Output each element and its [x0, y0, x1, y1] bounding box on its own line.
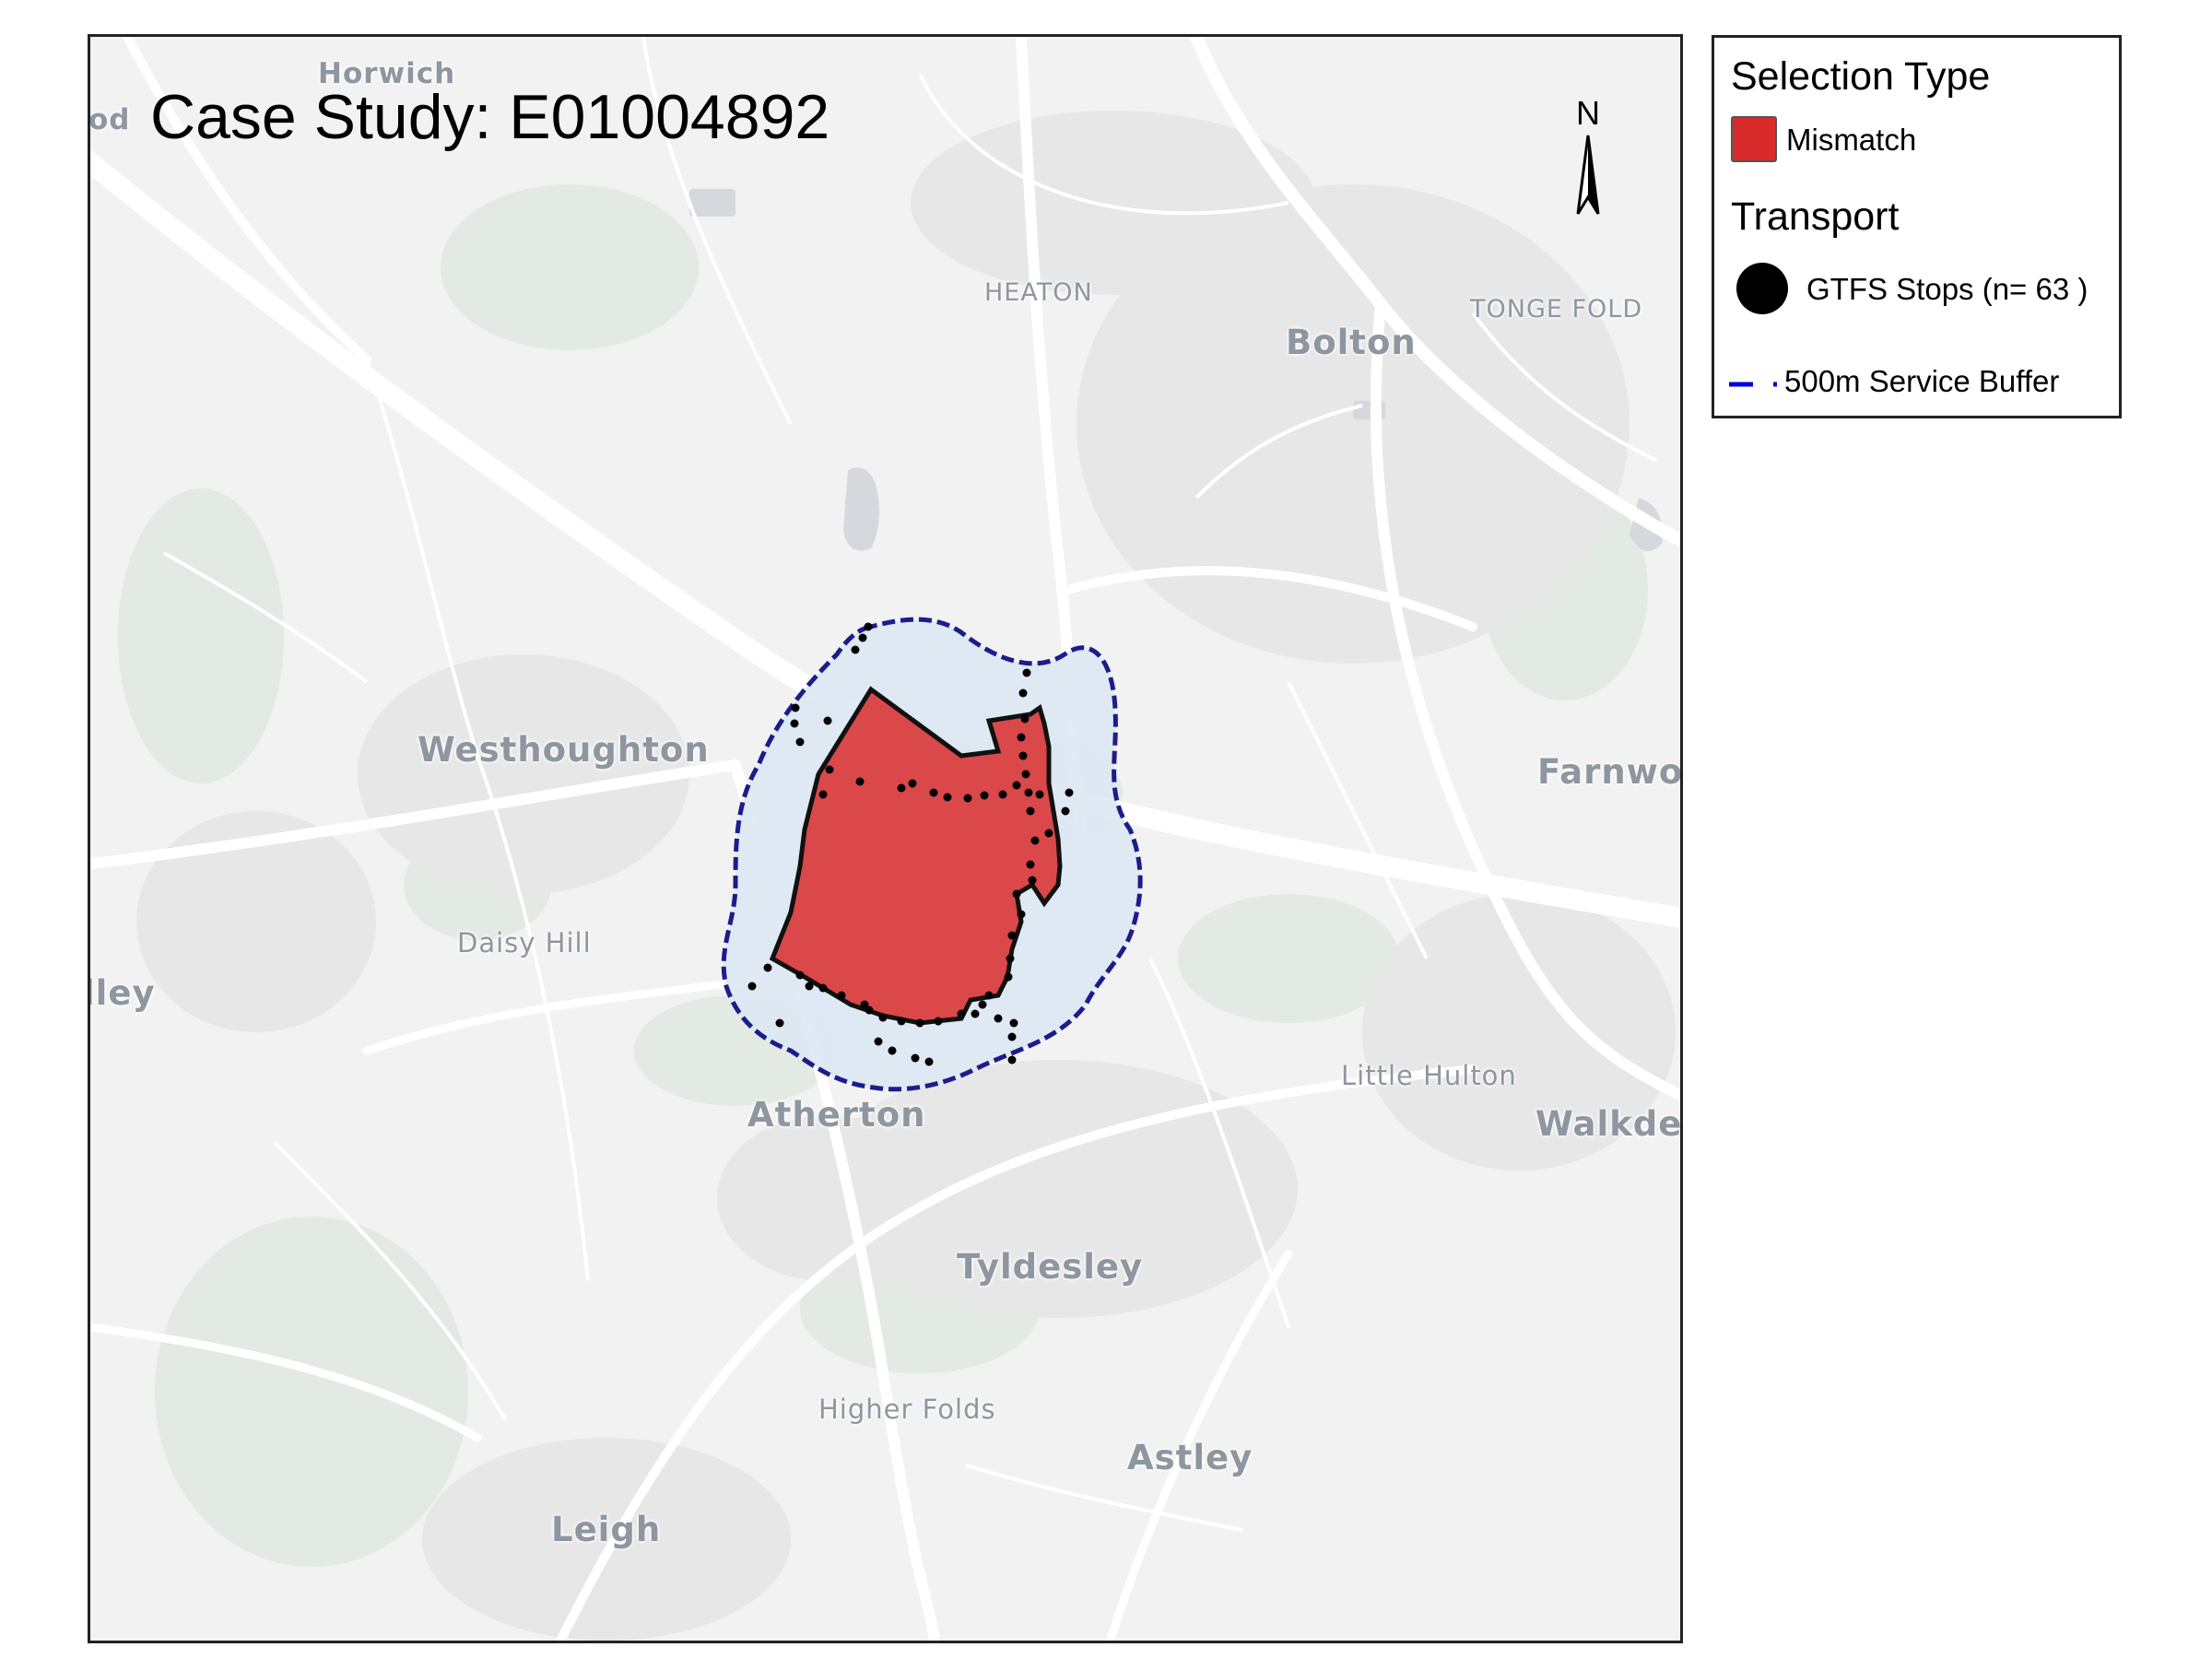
gtfs-stop-marker: [1012, 889, 1021, 899]
map-title: Case Study: E01004892: [150, 82, 830, 152]
gtfs-stop-marker: [775, 1018, 784, 1028]
gtfs-stop-marker: [851, 645, 860, 654]
gtfs-stop-marker: [911, 1053, 920, 1063]
north-label: N: [1576, 94, 1600, 132]
gtfs-stop-marker: [963, 794, 972, 803]
gtfs-stop-marker: [860, 1000, 869, 1009]
gtfs-stop-marker: [790, 719, 799, 728]
gtfs-stop-marker: [1007, 1055, 1017, 1065]
gtfs-stop-marker: [1028, 876, 1037, 885]
gtfs-stop-marker: [1035, 790, 1044, 799]
gtfs-stop-marker: [818, 983, 828, 993]
gtfs-stop-marker: [924, 1057, 934, 1066]
gtfs-stop-marker: [897, 783, 906, 793]
gtfs-stop-marker: [874, 1037, 883, 1046]
gtfs-stop-marker: [823, 716, 832, 725]
gtfs-stop-marker: [805, 982, 814, 991]
gtfs-stop-marker: [858, 633, 867, 642]
place-label: TONGE FOLD: [1470, 295, 1643, 324]
gtfs-stop-marker: [791, 703, 800, 712]
gtfs-stop-marker: [825, 765, 834, 774]
gtfs-stop-marker: [908, 779, 917, 788]
place-label: Tyldesley: [957, 1247, 1144, 1287]
gtfs-stop-marker: [1017, 910, 1026, 919]
gtfs-stop-marker: [943, 793, 952, 802]
gtfs-stop-marker: [1030, 836, 1040, 845]
gtfs-stop-marker: [984, 991, 994, 1000]
place-label: od: [88, 103, 131, 136]
gtfs-stop-marker: [864, 622, 873, 631]
map-legend: Selection Type Mismatch Transport GTFS S…: [1712, 35, 2122, 418]
gtfs-stop-marker: [1021, 770, 1030, 779]
gtfs-stop-marker: [971, 1009, 980, 1018]
gtfs-stop-marker: [994, 1014, 1003, 1023]
north-arrow-icon: N: [1574, 94, 1620, 223]
place-label: lley: [88, 973, 156, 1013]
gtfs-stop-marker: [980, 791, 989, 800]
place-label: Leigh: [551, 1510, 662, 1549]
gtfs-stop-marker: [929, 788, 938, 797]
place-label: HEATON: [984, 278, 1093, 307]
gtfs-stop-marker: [837, 991, 846, 1000]
gtfs-stop-marker: [1026, 860, 1035, 869]
gtfs-stop-marker: [795, 971, 805, 980]
place-label: Astley: [1127, 1438, 1253, 1477]
gtfs-stop-marker: [888, 1046, 897, 1055]
dashed-line-icon: [1729, 382, 1777, 387]
gtfs-stop-marker: [1018, 751, 1028, 760]
place-label: Little Hulton: [1341, 1060, 1517, 1091]
gtfs-stop-marker: [1007, 931, 1017, 940]
gtfs-stop-marker: [763, 963, 772, 972]
gtfs-stop-marker: [1020, 714, 1030, 724]
place-label: Daisy Hill: [457, 927, 592, 959]
place-label: Farnwor: [1537, 752, 1683, 792]
gtfs-stop-marker: [795, 737, 805, 747]
filled-circle-icon: [1736, 263, 1788, 314]
place-label: Atherton: [747, 1095, 926, 1135]
place-label: Bolton: [1286, 323, 1417, 362]
gtfs-stop-marker: [1024, 788, 1033, 797]
gtfs-stop-marker: [1006, 954, 1015, 963]
gtfs-stop-marker: [1022, 668, 1031, 677]
legend-mismatch-label: Mismatch: [1786, 123, 1917, 157]
gtfs-stop-marker: [1061, 806, 1070, 816]
place-label: Higher Folds: [818, 1394, 996, 1425]
mismatch-swatch: [1731, 116, 1777, 162]
gtfs-stop-marker: [897, 1017, 906, 1026]
legend-stops-label: GTFS Stops (n= 63 ): [1806, 272, 2088, 306]
gtfs-stop-marker: [1026, 806, 1035, 816]
gtfs-stop-marker: [978, 1000, 987, 1009]
gtfs-stop-marker: [1007, 1032, 1017, 1041]
gtfs-stop-marker: [855, 777, 865, 786]
gtfs-stop-marker: [1065, 788, 1074, 797]
gtfs-stop-marker: [957, 1009, 966, 1018]
map-panel[interactable]: Horwich od HEATON Bolton TONGE FOLD Westhough…: [88, 34, 1683, 1643]
gtfs-stop-marker: [1018, 688, 1028, 698]
gtfs-stop-marker: [747, 982, 757, 991]
place-label: Westhoughton: [418, 730, 710, 770]
gtfs-stop-marker: [818, 790, 828, 799]
gtfs-stop-marker: [1004, 972, 1013, 982]
gtfs-stop-marker: [915, 1018, 924, 1028]
legend-buffer-label: 500m Service Buffer: [1784, 364, 2060, 398]
gtfs-stop-marker: [1044, 829, 1053, 838]
legend-selection-title: Selection Type: [1731, 54, 1991, 99]
place-label: Walkder: [1535, 1104, 1683, 1144]
gtfs-stop-marker: [1012, 781, 1021, 790]
gtfs-stop-marker: [998, 790, 1007, 799]
north-arrow-shape: [1576, 135, 1600, 215]
gtfs-stop-marker: [934, 1017, 943, 1026]
gtfs-stop-marker: [878, 1013, 888, 1022]
legend-transport-title: Transport: [1731, 194, 1900, 239]
gtfs-stop-marker: [1009, 1018, 1018, 1028]
gtfs-stop-marker: [1017, 733, 1026, 742]
